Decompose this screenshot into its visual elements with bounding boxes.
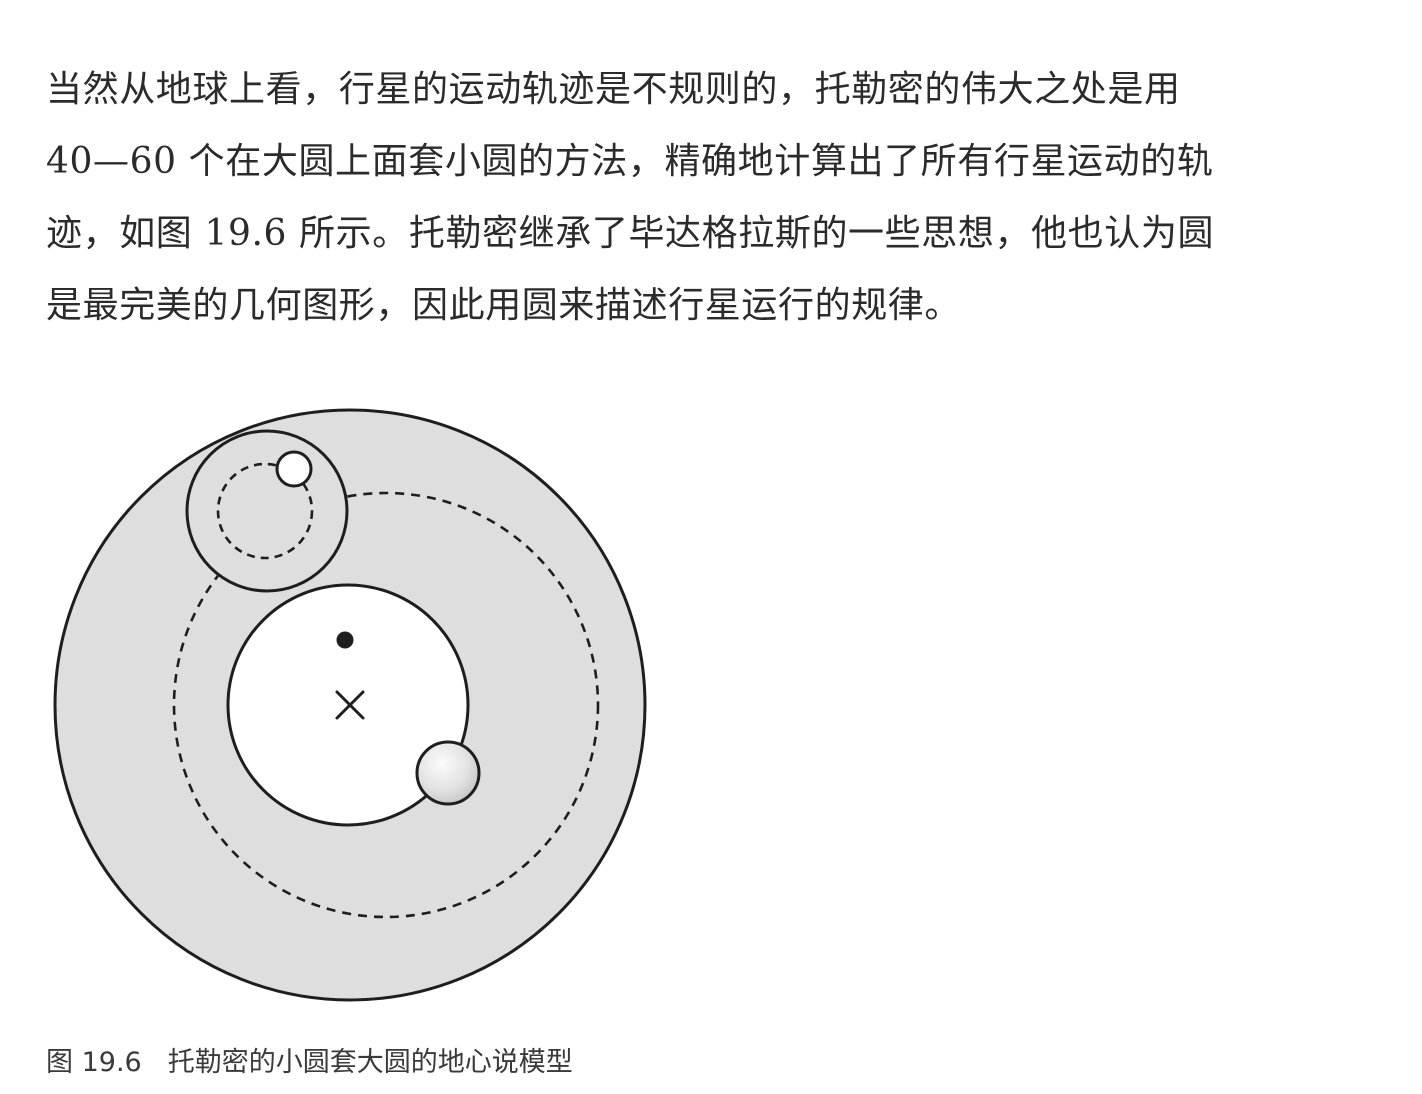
- figure-number: 图 19.6: [46, 1047, 142, 1078]
- equant-point: [336, 631, 354, 649]
- figure-caption-text: 托勒密的小圆套大圆的地心说模型: [167, 1047, 573, 1078]
- paragraph-line: 40—60 个在大圆上面套小圆的方法，精确地计算出了所有行星运动的轨: [46, 141, 1214, 182]
- paragraph-line: 迹，如图 19.6 所示。托勒密继承了毕达格拉斯的一些思想，他也认为圆: [46, 213, 1215, 254]
- planet: [275, 450, 313, 488]
- epicycle-circle: [185, 429, 349, 593]
- paragraph-line: 当然从地球上看，行星的运动轨迹是不规则的，托勒密的伟大之处是用: [46, 69, 1181, 110]
- paragraph-line: 是最完美的几何图形，因此用圆来描述行星运行的规律。: [46, 285, 962, 326]
- figure-caption: 图 19.6 托勒密的小圆套大圆的地心说模型: [46, 1040, 573, 1079]
- earth: [415, 740, 481, 806]
- geocentric-diagram: [53, 408, 647, 1002]
- geocentric-model-figure: [40, 398, 660, 1008]
- body-paragraph: 当然从地球上看，行星的运动轨迹是不规则的，托勒密的伟大之处是用 40—60 个在…: [46, 54, 1286, 342]
